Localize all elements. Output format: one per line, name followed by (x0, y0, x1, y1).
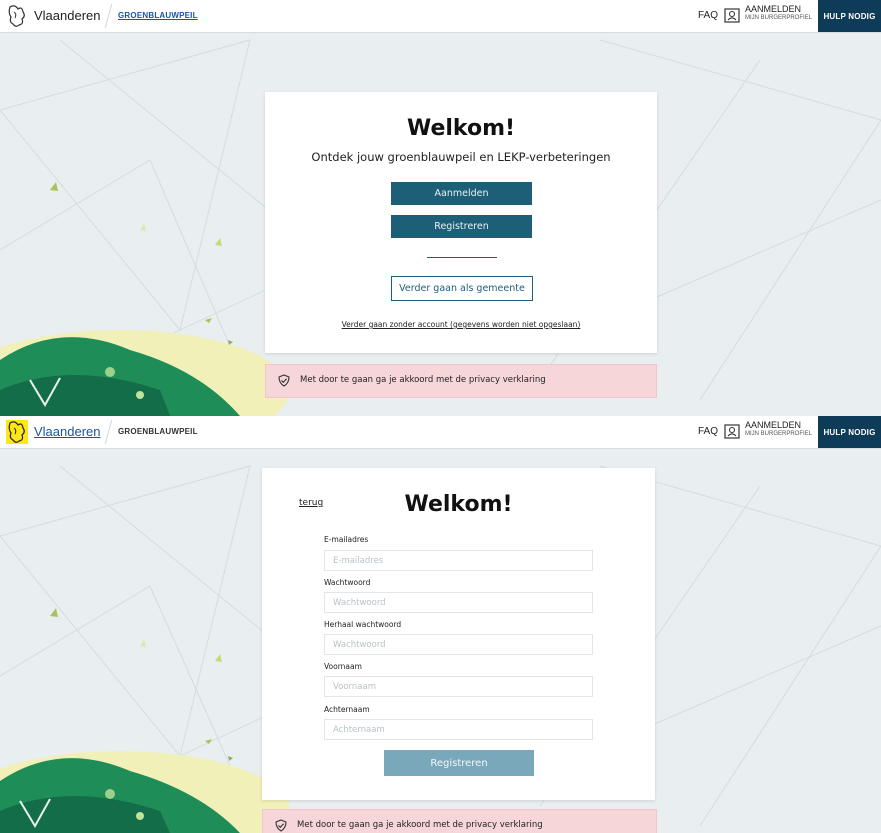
faq-link[interactable]: FAQ (698, 426, 718, 437)
account-profile-label: MIJN BURGERPROFIEL (745, 15, 813, 21)
vlaanderen-lion-logo-icon[interactable] (6, 420, 28, 444)
repeat-password-field[interactable] (324, 634, 593, 655)
privacy-text: Met door te gaan ga je akkoord met de pr… (300, 375, 546, 385)
page-title: Welkom! (406, 116, 516, 141)
register-screen: Vlaanderen GROENBLAUWPEIL FAQ AANMELDEN … (0, 416, 881, 833)
vlaanderen-lion-logo-icon[interactable] (6, 4, 28, 28)
shield-check-icon (275, 819, 287, 832)
register-button[interactable]: Registreren (391, 215, 532, 238)
email-label: E-mailadres (324, 535, 369, 544)
welcome-screen: Vlaanderen GROENBLAUWPEIL FAQ AANMELDEN … (0, 0, 881, 416)
top-header: Vlaanderen GROENBLAUWPEIL FAQ AANMELDEN … (0, 416, 881, 449)
header-divider (104, 420, 113, 444)
brand-name-link[interactable]: Vlaanderen (34, 424, 101, 439)
site-name-link[interactable]: GROENBLAUWPEIL (118, 11, 198, 20)
email-field[interactable] (324, 550, 593, 571)
account-icon[interactable] (724, 424, 740, 439)
continue-without-account-link[interactable]: Verder gaan zonder account (gegevens wor… (265, 320, 657, 329)
account-icon[interactable] (724, 8, 740, 23)
account-login-label: AANMELDEN (745, 420, 802, 430)
account-login-label: AANMELDEN (745, 4, 802, 14)
help-button[interactable]: HULP NODIG (818, 0, 881, 32)
privacy-text: Met door te gaan ga je akkoord met de pr… (297, 820, 543, 830)
register-card: terug Welkom! E-mailadres Wachtwoord Her… (262, 468, 655, 800)
login-button[interactable]: Aanmelden (391, 182, 532, 205)
section-divider (427, 257, 497, 258)
continue-as-municipality-button[interactable]: Verder gaan als gemeente (391, 276, 533, 301)
last-name-label: Achternaam (324, 705, 370, 714)
account-profile-label: MIJN BURGERPROFIEL (745, 431, 813, 437)
privacy-notice: Met door te gaan ga je akkoord met de pr… (262, 809, 657, 833)
password-field[interactable] (324, 592, 593, 613)
top-header: Vlaanderen GROENBLAUWPEIL FAQ AANMELDEN … (0, 0, 881, 33)
brand-name[interactable]: Vlaanderen (34, 8, 101, 23)
last-name-field[interactable] (324, 719, 593, 740)
repeat-password-label: Herhaal wachtwoord (324, 620, 402, 629)
register-submit-button[interactable]: Registreren (384, 750, 534, 776)
page-subtitle: Ontdek jouw groenblauwpeil en LEKP-verbe… (311, 150, 611, 164)
account-link[interactable]: AANMELDEN MIJN BURGERPROFIEL (745, 5, 812, 23)
account-link[interactable]: AANMELDEN MIJN BURGERPROFIEL (745, 421, 812, 439)
privacy-notice: Met door te gaan ga je akkoord met de pr… (265, 364, 657, 398)
password-label: Wachtwoord (324, 578, 371, 587)
help-button[interactable]: HULP NODIG (818, 416, 881, 448)
header-divider (104, 4, 113, 28)
page-title: Welkom! (404, 492, 513, 517)
site-name[interactable]: GROENBLAUWPEIL (118, 427, 198, 436)
welcome-card: Welkom! Ontdek jouw groenblauwpeil en LE… (265, 92, 657, 353)
first-name-label: Voornaam (324, 662, 362, 671)
shield-check-icon (278, 374, 290, 387)
first-name-field[interactable] (324, 676, 593, 697)
faq-link[interactable]: FAQ (698, 10, 718, 21)
